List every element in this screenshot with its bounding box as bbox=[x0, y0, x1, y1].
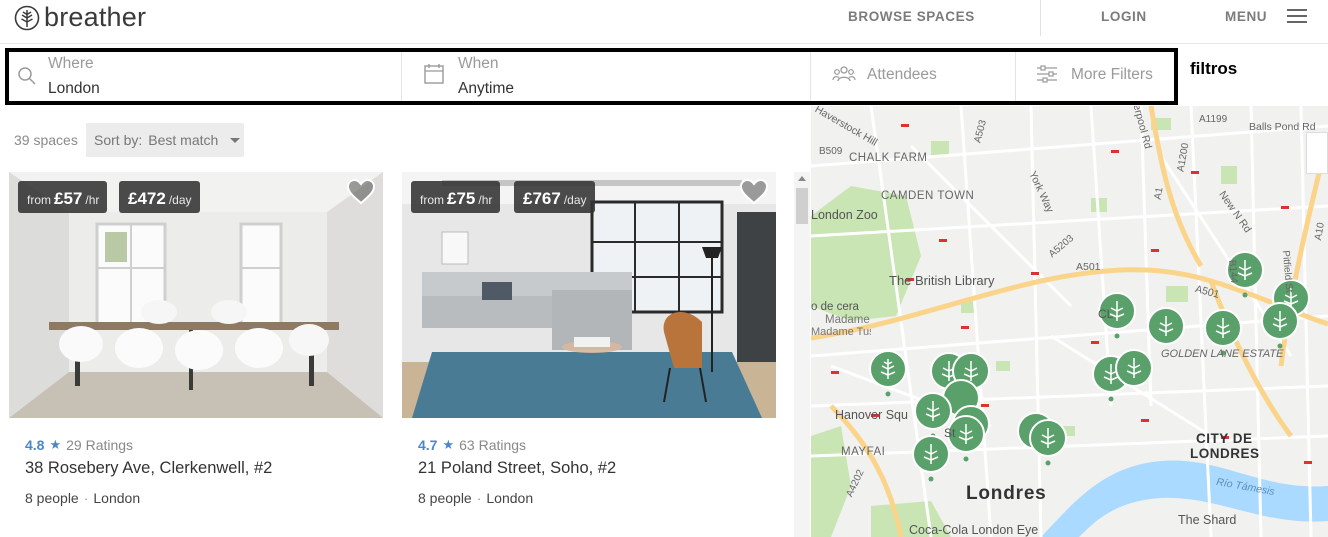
hyde-park bbox=[811, 426, 851, 537]
map-label-city-de: CITY DE bbox=[1196, 431, 1253, 446]
attendees-label: Attendees bbox=[867, 66, 937, 83]
sort-value: Best match bbox=[148, 132, 219, 148]
more-filters-label: More Filters bbox=[1071, 66, 1153, 83]
map-label-a501-west: A501 bbox=[1076, 261, 1101, 273]
when-label: When bbox=[458, 55, 499, 72]
more-filters-button[interactable]: More Filters bbox=[1016, 52, 1174, 101]
where-label: Where bbox=[48, 55, 94, 72]
daily-unit: /day bbox=[168, 193, 192, 207]
map-label-chalk-farm: CHALK FARM bbox=[849, 152, 928, 164]
hourly-unit: /hr bbox=[85, 193, 100, 207]
daily-price: £767 bbox=[523, 189, 561, 208]
map-label-hanover: Hanover Squ bbox=[835, 408, 908, 422]
hamburger-icon[interactable] bbox=[1287, 9, 1307, 23]
map-view[interactable]: CHALK FARM CAMDEN TOWN London Zoo The Br… bbox=[811, 106, 1328, 537]
map-label-londres: Londres bbox=[966, 483, 1047, 504]
listing-photo[interactable]: from £57 /hr £472 /day bbox=[9, 172, 383, 418]
people-icon bbox=[832, 66, 856, 82]
map-label-shard: The Shard bbox=[1178, 513, 1237, 527]
map-label-mayfair: MAYFAI bbox=[841, 446, 886, 458]
daily-unit: /day bbox=[563, 193, 587, 207]
calendar-icon bbox=[424, 64, 444, 84]
rating-row: 4.8 ★ 29 Ratings bbox=[25, 437, 133, 453]
rating-score: 4.7 bbox=[418, 437, 438, 453]
map-label-madame-london: Madame Tussauds London bbox=[811, 326, 871, 338]
map-label-cera: o de cera bbox=[811, 301, 859, 313]
sort-dropdown[interactable]: Sort by: Best match bbox=[86, 123, 244, 157]
hourly-price: £75 bbox=[447, 189, 476, 208]
map-label-london-eye: Coca-Cola London Eye bbox=[909, 523, 1039, 537]
price-from-prefix: from bbox=[27, 193, 51, 207]
top-header: breather BROWSE SPACES LOGIN MENU bbox=[0, 0, 1328, 44]
map-canvas[interactable] bbox=[811, 106, 1328, 537]
where-value: London bbox=[48, 80, 100, 97]
hourly-price-tag: from £75 /hr bbox=[411, 181, 501, 213]
search-icon bbox=[18, 67, 36, 85]
annotation-label: filtros bbox=[1190, 59, 1238, 78]
favorite-heart-icon[interactable] bbox=[347, 179, 375, 205]
map-label-b144: B144 bbox=[1226, 259, 1240, 284]
listing-card[interactable]: from £57 /hr £472 /day 4.8 ★ 29 Ratings … bbox=[9, 172, 383, 506]
map-control-button[interactable] bbox=[1306, 132, 1328, 174]
where-field[interactable]: Where London bbox=[9, 52, 402, 101]
rating-count: 29 Ratings bbox=[66, 437, 134, 453]
sort-prefix: Sort by: bbox=[94, 132, 143, 148]
map-label-camden-town: CAMDEN TOWN bbox=[881, 190, 975, 202]
capacity: 8 people bbox=[25, 490, 79, 506]
rating-count: 63 Ratings bbox=[459, 437, 527, 453]
favorite-heart-icon[interactable] bbox=[740, 179, 768, 205]
rating-row: 4.7 ★ 63 Ratings bbox=[418, 437, 526, 453]
nav-divider bbox=[1040, 0, 1041, 36]
map-label-clerkenwell: CL bbox=[1098, 307, 1114, 321]
capacity: 8 people bbox=[418, 490, 472, 506]
results-count: 39 spaces bbox=[14, 132, 78, 148]
sliders-icon bbox=[1037, 65, 1057, 83]
listing-title[interactable]: 38 Rosebery Ave, Clerkenwell, #2 bbox=[25, 459, 272, 478]
when-value: Anytime bbox=[458, 80, 514, 97]
map-label-st: St bbox=[944, 426, 956, 440]
city: London bbox=[486, 490, 534, 506]
tree-logo-icon bbox=[14, 5, 40, 30]
daily-price-tag: £767 /day bbox=[514, 181, 595, 213]
logo-text: breather bbox=[44, 2, 147, 32]
map-label-b509: B509 bbox=[819, 146, 843, 157]
city: London bbox=[93, 490, 141, 506]
map-label-london-zoo: London Zoo bbox=[811, 208, 878, 222]
hourly-price-tag: from £57 /hr bbox=[18, 181, 108, 213]
map-label-golden-lane: GOLDEN LANE ESTATE bbox=[1161, 348, 1284, 360]
menu-link[interactable]: MENU bbox=[1225, 9, 1267, 24]
browse-spaces-link[interactable]: BROWSE SPACES bbox=[848, 9, 975, 24]
star-icon: ★ bbox=[49, 437, 62, 452]
map-label-a1199: A1199 bbox=[1199, 114, 1228, 125]
when-field[interactable]: When Anytime bbox=[402, 52, 811, 101]
scroll-up-arrow-icon[interactable] bbox=[798, 176, 806, 181]
map-label-british-library: The British Library bbox=[889, 273, 995, 288]
map-label-city-londres: LONDRES bbox=[1190, 446, 1260, 461]
scroll-thumb[interactable] bbox=[796, 188, 808, 224]
listing-meta: 8 people · London bbox=[418, 490, 534, 506]
map-label-a1: A1 bbox=[1152, 186, 1166, 201]
daily-price-tag: £472 /day bbox=[119, 181, 200, 213]
results-scrollbar[interactable] bbox=[794, 172, 810, 537]
attendees-field[interactable]: Attendees bbox=[811, 52, 1016, 101]
star-icon: ★ bbox=[442, 437, 455, 452]
price-from-prefix: from bbox=[420, 193, 444, 207]
breather-logo[interactable]: breather bbox=[14, 2, 146, 33]
login-link[interactable]: LOGIN bbox=[1101, 9, 1147, 24]
listing-card[interactable]: from £75 /hr £767 /day 4.7 ★ 63 Ratings … bbox=[402, 172, 776, 506]
listing-photo[interactable]: from £75 /hr £767 /day bbox=[402, 172, 776, 418]
listing-meta: 8 people · London bbox=[25, 490, 141, 506]
hourly-price: £57 bbox=[54, 189, 83, 208]
hourly-unit: /hr bbox=[478, 193, 493, 207]
listing-title[interactable]: 21 Poland Street, Soho, #2 bbox=[418, 459, 616, 478]
caret-down-icon bbox=[230, 137, 241, 143]
search-filter-bar: Where London When Anytime Attendees More… bbox=[5, 48, 1178, 105]
map-label-madame: Madame bbox=[825, 314, 870, 326]
daily-price: £472 bbox=[128, 189, 166, 208]
rating-score: 4.8 bbox=[25, 437, 45, 453]
